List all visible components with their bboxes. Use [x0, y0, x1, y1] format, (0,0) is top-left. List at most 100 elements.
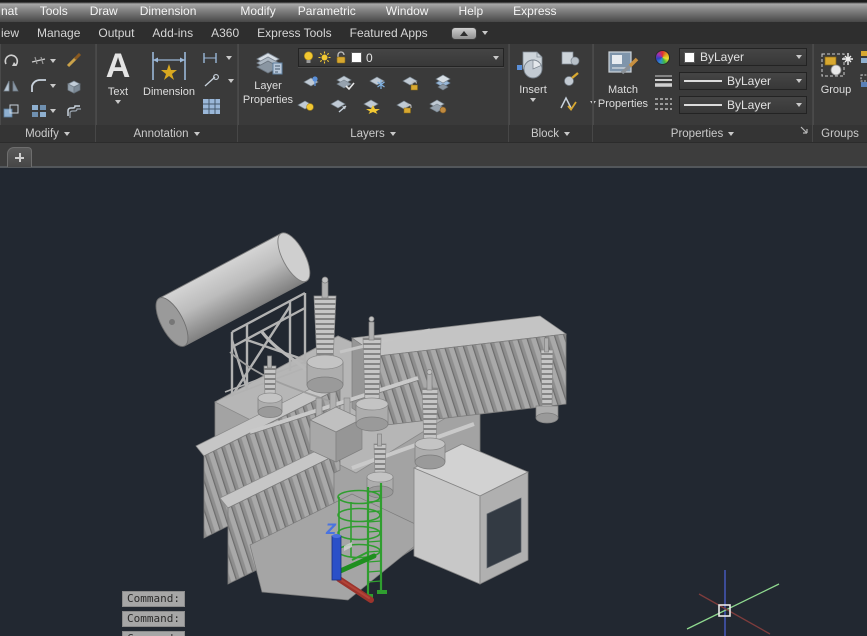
command-prompt-line: Command: — [122, 611, 185, 627]
panel-label-annotation[interactable]: Annotation — [96, 125, 237, 142]
new-drawing-tab-button[interactable] — [7, 147, 32, 167]
ribbon-tab-bar: iew Manage Output Add-ins A360 Express T… — [0, 22, 867, 44]
offset-icon[interactable] — [65, 103, 83, 119]
layer-unlock-all-icon[interactable] — [395, 97, 415, 114]
dimension-button[interactable]: Dimension — [138, 48, 200, 98]
group-button[interactable]: Group — [816, 48, 856, 96]
ribbon: Modify A Text Dimension Annotation Layer… — [0, 44, 867, 142]
dim-linear-button[interactable] — [202, 52, 232, 64]
menu-item-draw[interactable]: Draw — [79, 1, 129, 21]
panel-label-properties[interactable]: Properties — [593, 125, 812, 142]
layer-freeze-icon[interactable] — [368, 74, 388, 91]
ribbon-tab-a360[interactable]: A360 — [202, 23, 248, 43]
layer-properties-icon — [253, 48, 283, 78]
lineweight-sample — [684, 80, 722, 82]
edit-block-button[interactable] — [561, 72, 581, 88]
explode-icon[interactable] — [65, 78, 83, 94]
menu-item-dimension[interactable]: Dimension — [129, 1, 208, 21]
group-edit-icon[interactable] — [860, 74, 867, 88]
layer-change-icon[interactable] — [329, 97, 349, 114]
panel-groups: Group Groups — [813, 44, 867, 142]
panel-label-layers[interactable]: Layers — [238, 125, 508, 142]
object-color-dropdown[interactable]: ByLayer — [679, 48, 807, 66]
ribbon-tab-output[interactable]: Output — [89, 23, 143, 43]
chevron-down-icon[interactable] — [796, 55, 802, 59]
linetype-icon[interactable] — [654, 97, 673, 112]
panel-label-modify[interactable]: Modify — [0, 125, 95, 142]
layer-thaw-sun-icon — [318, 51, 331, 64]
menu-item-tools[interactable]: Tools — [29, 1, 79, 21]
chevron-down-icon[interactable] — [493, 55, 499, 60]
panel-properties: Match Properties ByLayer ByLayer ByLayer… — [593, 44, 813, 142]
panel-label-block[interactable]: Block — [509, 125, 592, 142]
menu-bar: nat Tools Draw Dimension Modify Parametr… — [0, 0, 867, 22]
crosshair-cursor — [686, 570, 780, 636]
rotate-icon[interactable] — [2, 53, 20, 69]
erase-icon[interactable] — [65, 52, 83, 69]
match-properties-icon — [606, 48, 640, 82]
command-prompt-line[interactable]: Command: — [122, 631, 185, 636]
layer-on-bulb-icon — [303, 51, 314, 64]
menu-item-format[interactable]: nat — [0, 1, 29, 21]
color-wheel-icon[interactable] — [655, 50, 670, 65]
ribbon-tab-express-tools[interactable]: Express Tools — [248, 23, 340, 43]
layer-lock-icon[interactable] — [401, 74, 421, 91]
scale-icon[interactable] — [2, 103, 20, 119]
command-prompt-line: Command: — [122, 591, 185, 607]
drawing-canvas[interactable]: Z Command: Command: Command: — [0, 168, 867, 636]
lineweight-icon[interactable] — [654, 74, 673, 89]
mirror-icon[interactable] — [2, 78, 20, 94]
ucs-z-label: Z — [325, 522, 337, 538]
layer-freeze-other-icon[interactable] — [362, 97, 382, 114]
ribbon-tab-addins[interactable]: Add-ins — [143, 23, 202, 43]
ribbon-minimize-icon[interactable] — [450, 26, 477, 40]
object-color-swatch — [684, 51, 695, 63]
chevron-down-icon[interactable] — [796, 103, 802, 107]
panel-layers: Layer Properties 0 Layers — [238, 44, 509, 142]
ungroup-icon[interactable] — [860, 50, 867, 64]
ribbon-tab-manage[interactable]: Manage — [28, 23, 89, 43]
menu-item-help[interactable]: Help — [447, 1, 494, 21]
plus-icon — [15, 153, 24, 162]
text-button[interactable]: A Text — [102, 48, 134, 104]
panel-block: Insert Block — [509, 44, 596, 142]
menu-item-parametric[interactable]: Parametric — [287, 1, 367, 21]
panel-launcher-icon[interactable] — [800, 122, 809, 140]
layer-dropdown[interactable]: 0 — [298, 48, 504, 67]
menu-item-modify[interactable]: Modify — [229, 1, 286, 21]
layer-color-swatch — [351, 52, 362, 63]
layer-match-icon[interactable] — [434, 74, 454, 91]
create-block-button[interactable] — [561, 50, 581, 66]
lineweight-dropdown[interactable]: ByLayer — [679, 72, 807, 90]
block-attributes-button[interactable] — [559, 96, 596, 111]
dimension-icon — [147, 48, 191, 84]
panel-modify: Modify — [0, 44, 96, 142]
layer-unisolate-icon[interactable] — [335, 74, 355, 91]
insert-button[interactable]: Insert — [513, 48, 553, 102]
chevron-down-icon[interactable] — [481, 31, 488, 35]
layer-on-off-icon[interactable] — [296, 97, 316, 114]
panel-label-groups[interactable]: Groups — [813, 125, 867, 142]
autocad-window: nat Tools Draw Dimension Modify Parametr… — [0, 0, 867, 636]
ribbon-collapse-control[interactable] — [450, 26, 488, 40]
current-layer-name: 0 — [366, 50, 373, 65]
transformer-3d-model: Z — [155, 232, 780, 636]
table-button[interactable] — [202, 98, 221, 115]
match-properties-button[interactable]: Match Properties — [597, 48, 649, 110]
panel-annotation: A Text Dimension Annotation — [96, 44, 238, 142]
fillet-icon[interactable] — [30, 78, 56, 94]
layer-isolate-icon[interactable] — [302, 74, 322, 91]
trim-icon[interactable] — [30, 54, 56, 68]
ribbon-tab-featured-apps[interactable]: Featured Apps — [341, 23, 437, 43]
array-icon[interactable] — [30, 103, 56, 119]
leader-button[interactable] — [202, 74, 234, 88]
text-icon: A — [105, 47, 131, 85]
menu-item-express[interactable]: Express — [502, 1, 567, 21]
ribbon-tab-view[interactable]: iew — [0, 23, 28, 43]
linetype-dropdown[interactable]: ByLayer — [679, 96, 807, 114]
chevron-down-icon[interactable] — [796, 79, 802, 83]
menu-item-window[interactable]: Window — [375, 1, 440, 21]
layer-properties-button[interactable]: Layer Properties — [240, 48, 296, 106]
file-tab-bar — [0, 142, 867, 168]
layer-vp-freeze-icon[interactable] — [428, 97, 448, 114]
